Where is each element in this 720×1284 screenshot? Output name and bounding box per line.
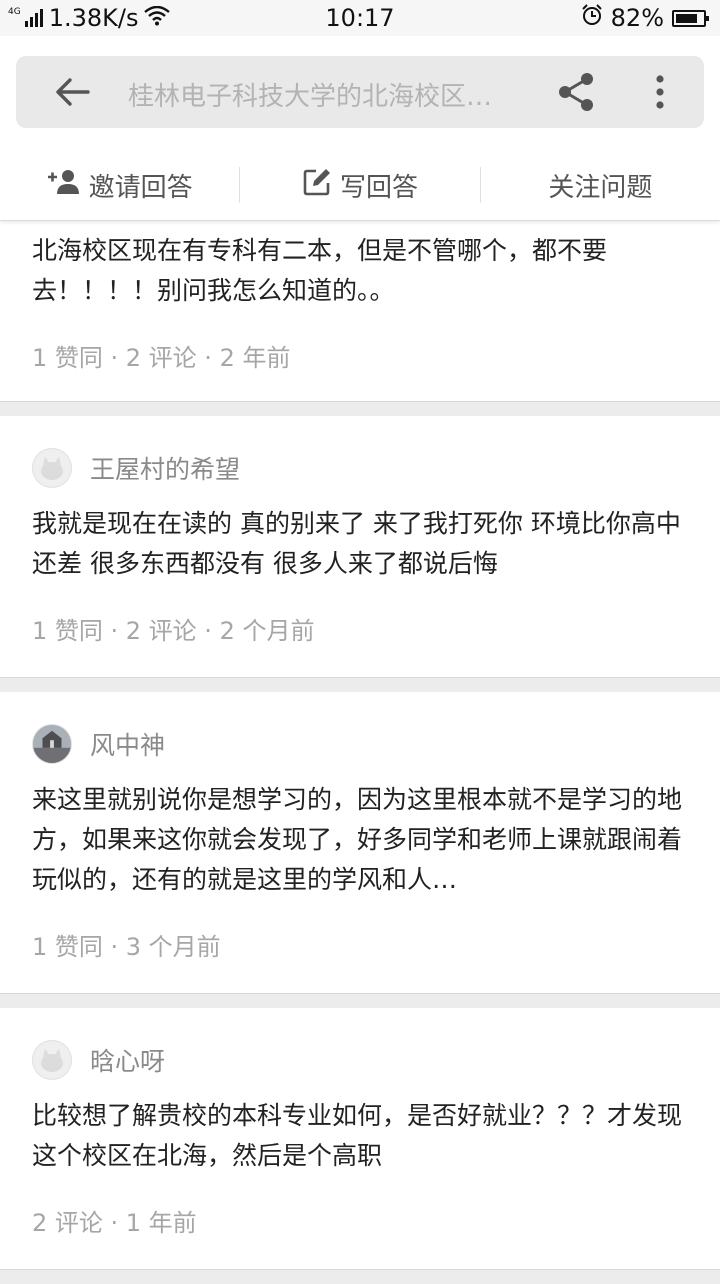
alarm-icon [581, 4, 603, 32]
arrow-left-icon[interactable] [52, 74, 92, 110]
follow-question-label: 关注问题 [548, 172, 653, 203]
status-left: 4G 1.38K/s [8, 4, 171, 32]
answer-card[interactable]: 北海校区现在有专科有二本，但是不管哪个，都不要去！！！！别问我怎么知道的。。 1… [0, 220, 720, 402]
answer-meta: 1 赞同 · 2 评论 · 2 年前 [32, 344, 291, 372]
card-gap [0, 1270, 720, 1284]
card-gap [0, 994, 720, 1008]
search-bar[interactable]: 桂林电子科技大学的北海校区… [16, 56, 704, 128]
author-row[interactable]: 王屋村的希望 [32, 448, 688, 488]
answer-meta: 2 评论 · 1 年前 [32, 1209, 197, 1237]
action-row: 邀请回答 写回答 关注问题 [0, 162, 720, 208]
write-answer-button[interactable]: 写回答 [240, 162, 479, 208]
network-speed: 1.38K/s [48, 4, 139, 32]
avatar[interactable] [32, 448, 72, 488]
author-name[interactable]: 风中神 [90, 726, 165, 762]
answer-text: 比较想了解贵校的本科专业如何，是否好就业？？？才发现这个校区在北海，然后是个高职 [32, 1101, 683, 1170]
card-gap [0, 402, 720, 416]
more-vertical-icon[interactable] [640, 70, 680, 114]
author-name[interactable]: 晗心呀 [90, 1042, 165, 1078]
answer-meta: 1 赞同 · 2 评论 · 2 个月前 [32, 617, 315, 645]
edit-icon [302, 167, 332, 204]
header: 桂林电子科技大学的北海校区… 邀请回答 写回答 关注问题 [0, 36, 720, 221]
card-gap [0, 678, 720, 692]
answer-meta: 1 赞同 · 3 个月前 [32, 933, 221, 961]
author-row[interactable]: 风中神 [32, 724, 688, 764]
question-title[interactable]: 桂林电子科技大学的北海校区… [128, 76, 528, 113]
invite-answer-button[interactable]: 邀请回答 [0, 162, 239, 208]
network-type: 4G [8, 7, 21, 17]
invite-answer-label: 邀请回答 [88, 172, 193, 203]
answer-card[interactable]: 风中神 来这里就别说你是想学习的，因为这里根本就不是学习的地方，如果来这你就会发… [0, 692, 720, 994]
battery-icon [672, 9, 709, 27]
avatar[interactable] [32, 1040, 72, 1080]
add-person-icon [47, 169, 81, 202]
answer-card[interactable]: 晗心呀 比较想了解贵校的本科专业如何，是否好就业？？？才发现这个校区在北海，然后… [0, 1008, 720, 1270]
write-answer-label: 写回答 [339, 172, 418, 203]
answer-text: 我就是现在在读的 真的别来了 来了我打死你 环境比你高中还差 很多东西都没有 很… [32, 509, 681, 578]
avatar-photo [33, 725, 71, 763]
answer-list: 北海校区现在有专科有二本，但是不管哪个，都不要去！！！！别问我怎么知道的。。 1… [0, 220, 720, 1284]
answer-card[interactable]: 王屋村的希望 我就是现在在读的 真的别来了 来了我打死你 环境比你高中还差 很多… [0, 416, 720, 678]
answer-text: 北海校区现在有专科有二本，但是不管哪个，都不要去！！！！别问我怎么知道的。。 [32, 236, 608, 305]
avatar-default-icon [41, 457, 63, 480]
share-icon[interactable] [554, 70, 598, 114]
avatar[interactable] [32, 724, 72, 764]
status-right: 82% [581, 4, 709, 32]
signal-icon [24, 9, 43, 27]
answer-text: 来这里就别说你是想学习的，因为这里根本就不是学习的地方，如果来这你就会发现了，好… [32, 785, 683, 894]
status-bar: 4G 1.38K/s 10:17 82% [0, 0, 720, 36]
author-row[interactable]: 晗心呀 [32, 1040, 688, 1080]
follow-question-button[interactable]: 关注问题 [481, 162, 720, 208]
avatar-default-icon [41, 1049, 63, 1072]
author-name[interactable]: 王屋村的希望 [90, 450, 240, 486]
battery-percent: 82% [610, 4, 664, 32]
wifi-icon [144, 4, 171, 32]
